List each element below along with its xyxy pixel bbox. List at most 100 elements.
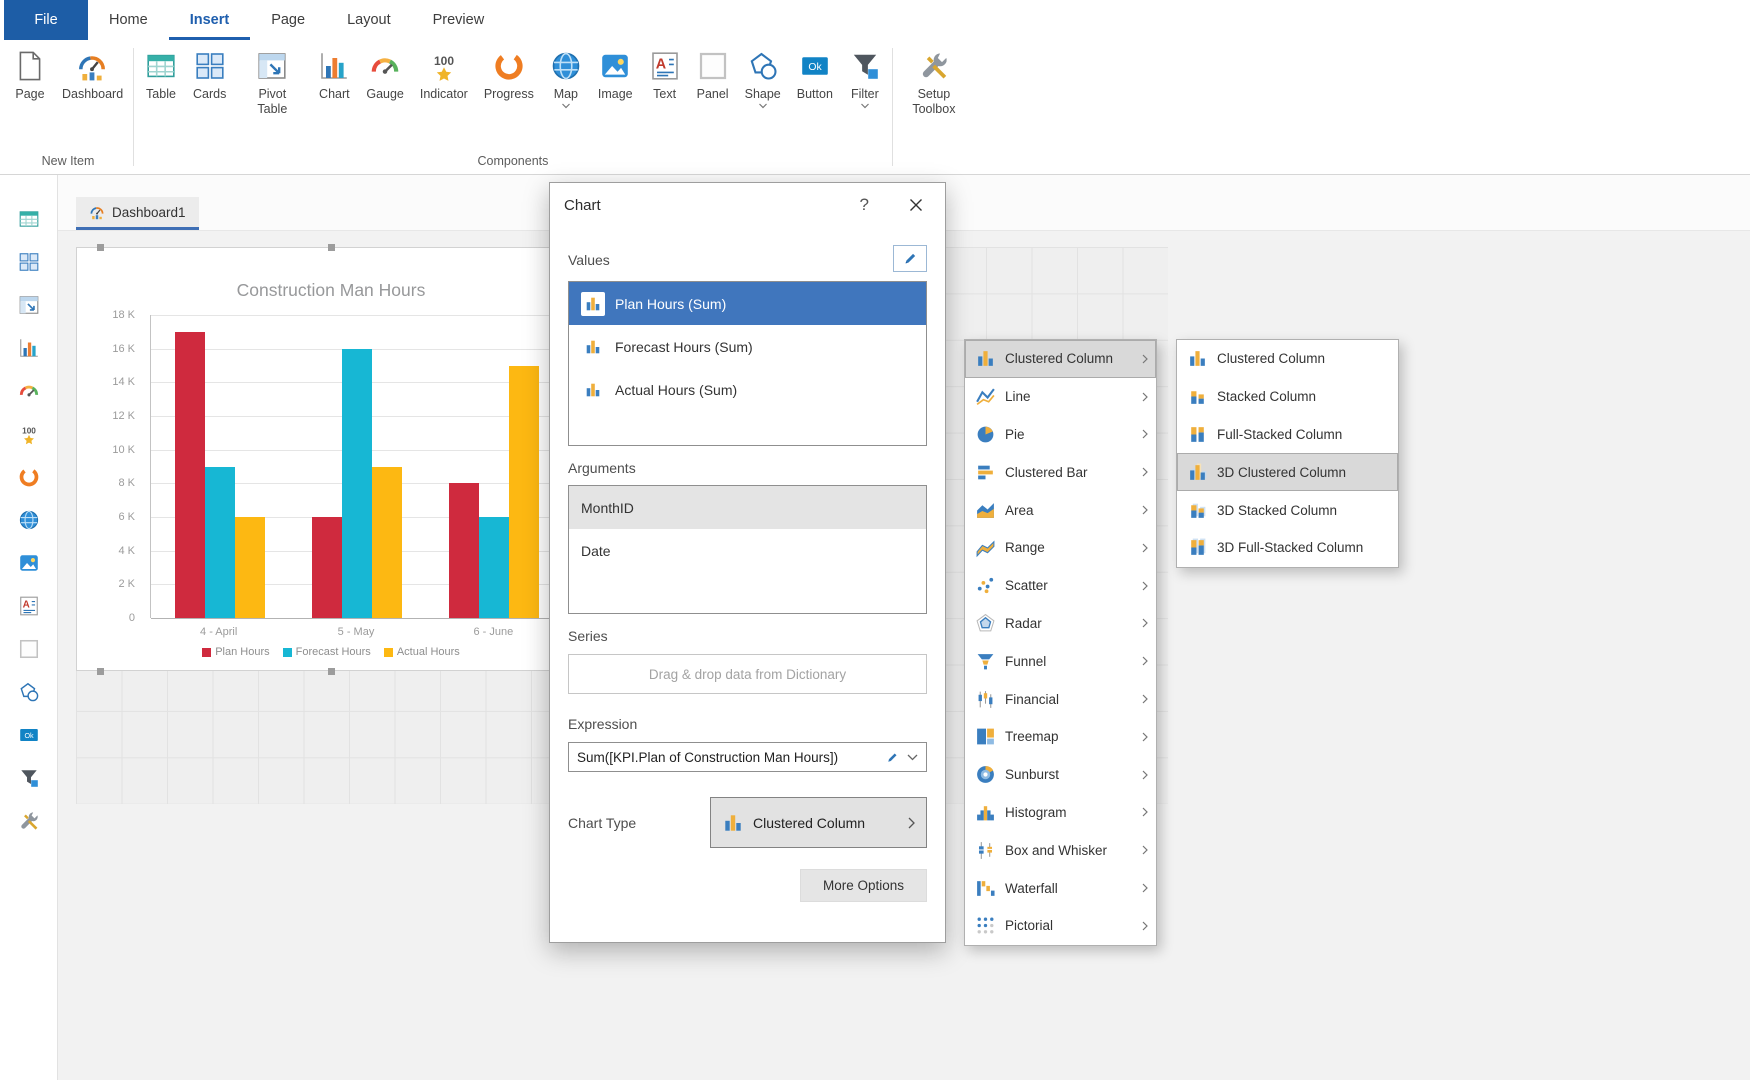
- menu-item-histogram[interactable]: Histogram: [965, 794, 1156, 832]
- bar-actual-hours[interactable]: [235, 517, 265, 618]
- ribbon-button-pivot-table[interactable]: Pivot Table: [234, 45, 310, 129]
- toolbox-item-indicator[interactable]: 100: [0, 412, 57, 455]
- legend-item-actual-hours: Actual Hours: [384, 646, 460, 658]
- legend-swatch: [384, 648, 393, 657]
- toolbox-item-progress[interactable]: [0, 455, 57, 498]
- ribbon-button-filter[interactable]: Filter: [841, 45, 889, 114]
- menu-item-full-stacked-column[interactable]: Full-Stacked Column: [1177, 416, 1398, 454]
- tab-dashboard1[interactable]: Dashboard1: [76, 197, 199, 230]
- more-options-button[interactable]: More Options: [800, 869, 927, 902]
- chart-type-button[interactable]: Clustered Column: [710, 797, 927, 848]
- menu-item-waterfall[interactable]: Waterfall: [965, 869, 1156, 907]
- toolbox-item-panel[interactable]: [0, 627, 57, 670]
- y-tick-label: 6 K: [118, 511, 135, 523]
- bar-plan-hours[interactable]: [312, 517, 342, 618]
- edit-expression-icon[interactable]: [886, 751, 899, 764]
- bar-forecast-hours[interactable]: [479, 517, 509, 618]
- expression-input[interactable]: Sum([KPI.Plan of Construction Man Hours]…: [568, 742, 927, 772]
- ribbon-button-cards[interactable]: Cards: [185, 45, 234, 114]
- menu-item-line[interactable]: Line: [965, 378, 1156, 416]
- clustered-column-icon: [1187, 348, 1208, 369]
- toolbox-item-shape[interactable]: [0, 670, 57, 713]
- dropdown-chevron-icon[interactable]: [758, 96, 767, 114]
- toolbox-item-table[interactable]: [0, 197, 57, 240]
- bar-actual-hours[interactable]: [372, 467, 402, 619]
- bar-forecast-hours[interactable]: [205, 467, 235, 619]
- chart-widget[interactable]: Construction Man Hours 18 K16 K14 K12 K1…: [76, 247, 586, 671]
- toolbox-item-image[interactable]: [0, 541, 57, 584]
- ribbon-button-chart[interactable]: Chart: [310, 45, 358, 114]
- toolbox-item-pivot-table[interactable]: [0, 283, 57, 326]
- menu-item-treemap[interactable]: Treemap: [965, 718, 1156, 756]
- menu-item-financial[interactable]: Financial: [965, 680, 1156, 718]
- ribbon-tab-page[interactable]: Page: [250, 0, 326, 40]
- values-item-plan-hours-sum[interactable]: Plan Hours (Sum): [569, 282, 926, 325]
- ribbon-button-button[interactable]: OkButton: [789, 45, 841, 114]
- ribbon-tab-insert[interactable]: Insert: [169, 0, 251, 40]
- menu-item-3d-stacked-column[interactable]: 3D Stacked Column: [1177, 491, 1398, 529]
- menu-item-pictorial[interactable]: Pictorial: [965, 907, 1156, 945]
- ribbon-button-progress[interactable]: Progress: [476, 45, 542, 114]
- dropdown-chevron-icon[interactable]: [561, 96, 570, 114]
- toolbox-item-gauge[interactable]: [0, 369, 57, 412]
- toolbox-item-chart[interactable]: [0, 326, 57, 369]
- ribbon-button-image[interactable]: Image: [590, 45, 641, 114]
- menu-item-clustered-column[interactable]: Clustered Column: [1177, 340, 1398, 378]
- help-button[interactable]: ?: [860, 195, 869, 215]
- menu-item-stacked-column[interactable]: Stacked Column: [1177, 378, 1398, 416]
- menu-item-3d-clustered-column[interactable]: 3D Clustered Column: [1177, 453, 1398, 491]
- toolbox-item-text[interactable]: A: [0, 584, 57, 627]
- dropdown-chevron-icon[interactable]: [860, 96, 869, 114]
- values-item-forecast-hours-sum[interactable]: Forecast Hours (Sum): [569, 325, 926, 368]
- ribbon-button-shape[interactable]: Shape: [737, 45, 789, 114]
- ribbon-button-indicator[interactable]: 100Indicator: [412, 45, 476, 114]
- arguments-item-date[interactable]: Date: [569, 529, 926, 572]
- menu-item-funnel[interactable]: Funnel: [965, 642, 1156, 680]
- menu-item-range[interactable]: Range: [965, 529, 1156, 567]
- resize-handle[interactable]: [97, 244, 104, 251]
- bar-forecast-hours[interactable]: [342, 349, 372, 618]
- menu-item-clustered-column[interactable]: Clustered Column: [965, 340, 1156, 378]
- ribbon-button-table[interactable]: Table: [137, 45, 185, 114]
- ribbon-tab-layout[interactable]: Layout: [326, 0, 412, 40]
- shape-icon: [18, 681, 40, 703]
- ribbon-button-label: Button: [797, 87, 833, 102]
- menu-item-scatter[interactable]: Scatter: [965, 567, 1156, 605]
- menu-item-3d-full-stacked-column[interactable]: 3D Full-Stacked Column: [1177, 529, 1398, 567]
- series-drop-zone[interactable]: Drag & drop data from Dictionary: [568, 654, 927, 694]
- values-item-actual-hours-sum[interactable]: Actual Hours (Sum): [569, 368, 926, 411]
- toolbox-item-setup-toolbox[interactable]: [0, 799, 57, 842]
- edit-values-button[interactable]: [893, 245, 927, 272]
- bar-plan-hours[interactable]: [449, 483, 479, 618]
- resize-handle[interactable]: [328, 244, 335, 251]
- toolbox-item-map[interactable]: [0, 498, 57, 541]
- menu-item-sunburst[interactable]: Sunburst: [965, 756, 1156, 794]
- chevron-down-icon[interactable]: [907, 754, 918, 761]
- toolbox-item-cards[interactable]: [0, 240, 57, 283]
- arguments-item-monthid[interactable]: MonthID: [569, 486, 926, 529]
- ribbon-button-gauge[interactable]: Gauge: [358, 45, 412, 114]
- bar-plan-hours[interactable]: [175, 332, 205, 618]
- progress-icon: [493, 50, 525, 82]
- ribbon-button-text[interactable]: AText: [641, 45, 689, 114]
- menu-item-pie[interactable]: Pie: [965, 416, 1156, 454]
- ribbon-button-dashboard[interactable]: Dashboard: [54, 45, 130, 114]
- ribbon-tab-home[interactable]: Home: [88, 0, 169, 40]
- toolbox-item-filter[interactable]: [0, 756, 57, 799]
- menu-item-box-and-whisker[interactable]: Box and Whisker: [965, 831, 1156, 869]
- ribbon-button-page[interactable]: Page: [6, 45, 54, 114]
- resize-handle[interactable]: [328, 668, 335, 675]
- file-button[interactable]: File: [4, 0, 88, 40]
- close-icon[interactable]: [909, 198, 923, 212]
- toolbox-item-button[interactable]: Ok: [0, 713, 57, 756]
- menu-item-area[interactable]: Area: [965, 491, 1156, 529]
- ribbon-button-map[interactable]: Map: [542, 45, 590, 114]
- ribbon-button-panel[interactable]: Panel: [689, 45, 737, 114]
- menu-item-clustered-bar[interactable]: Clustered Bar: [965, 453, 1156, 491]
- bar-actual-hours[interactable]: [509, 366, 539, 619]
- ribbon-button-setup-toolbox[interactable]: Setup Toolbox: [896, 45, 972, 129]
- indicator-icon: 100: [428, 50, 460, 82]
- ribbon-tab-preview[interactable]: Preview: [412, 0, 506, 40]
- menu-item-radar[interactable]: Radar: [965, 605, 1156, 643]
- resize-handle[interactable]: [97, 668, 104, 675]
